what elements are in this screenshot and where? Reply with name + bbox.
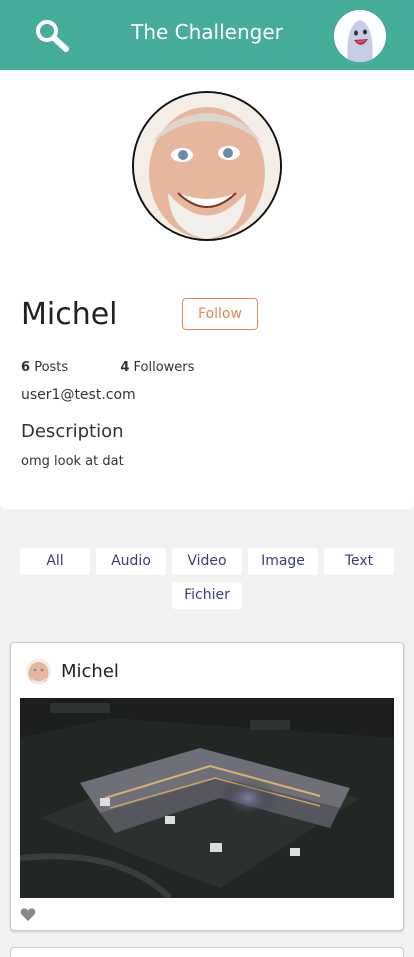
- profile-stats: 6 Posts 4 Followers: [21, 360, 194, 375]
- followers-stat[interactable]: 4 Followers: [120, 360, 194, 375]
- filter-video[interactable]: Video: [172, 548, 242, 575]
- profile-email: user1@test.com: [21, 387, 136, 403]
- top-bar: The Challenger: [0, 0, 414, 70]
- user-avatar[interactable]: [334, 10, 386, 62]
- next-post-card: [10, 947, 404, 957]
- profile-avatar: [132, 91, 282, 241]
- heart-icon[interactable]: [20, 907, 36, 922]
- follow-button[interactable]: Follow: [182, 298, 258, 330]
- profile-name: Michel: [21, 297, 118, 332]
- filter-image[interactable]: Image: [248, 548, 318, 575]
- posts-stat: 6 Posts: [21, 360, 68, 375]
- profile-card: Michel Follow 6 Posts 4 Followers user1@…: [0, 70, 414, 509]
- filter-audio[interactable]: Audio: [96, 548, 166, 575]
- description-text: omg look at dat: [21, 454, 124, 469]
- posts-label: Posts: [34, 360, 69, 375]
- filter-fichier[interactable]: Fichier: [172, 582, 242, 609]
- followers-count: 4: [120, 360, 130, 375]
- post-media-image[interactable]: [20, 698, 394, 898]
- posts-count: 6: [21, 360, 31, 375]
- filter-text[interactable]: Text: [324, 548, 394, 575]
- post-card: Michel: [10, 642, 404, 931]
- description-heading: Description: [21, 421, 124, 442]
- followers-label: Followers: [133, 360, 195, 375]
- post-author-name[interactable]: Michel: [61, 661, 119, 682]
- filter-all[interactable]: All: [20, 548, 90, 575]
- post-author-avatar[interactable]: [26, 659, 51, 684]
